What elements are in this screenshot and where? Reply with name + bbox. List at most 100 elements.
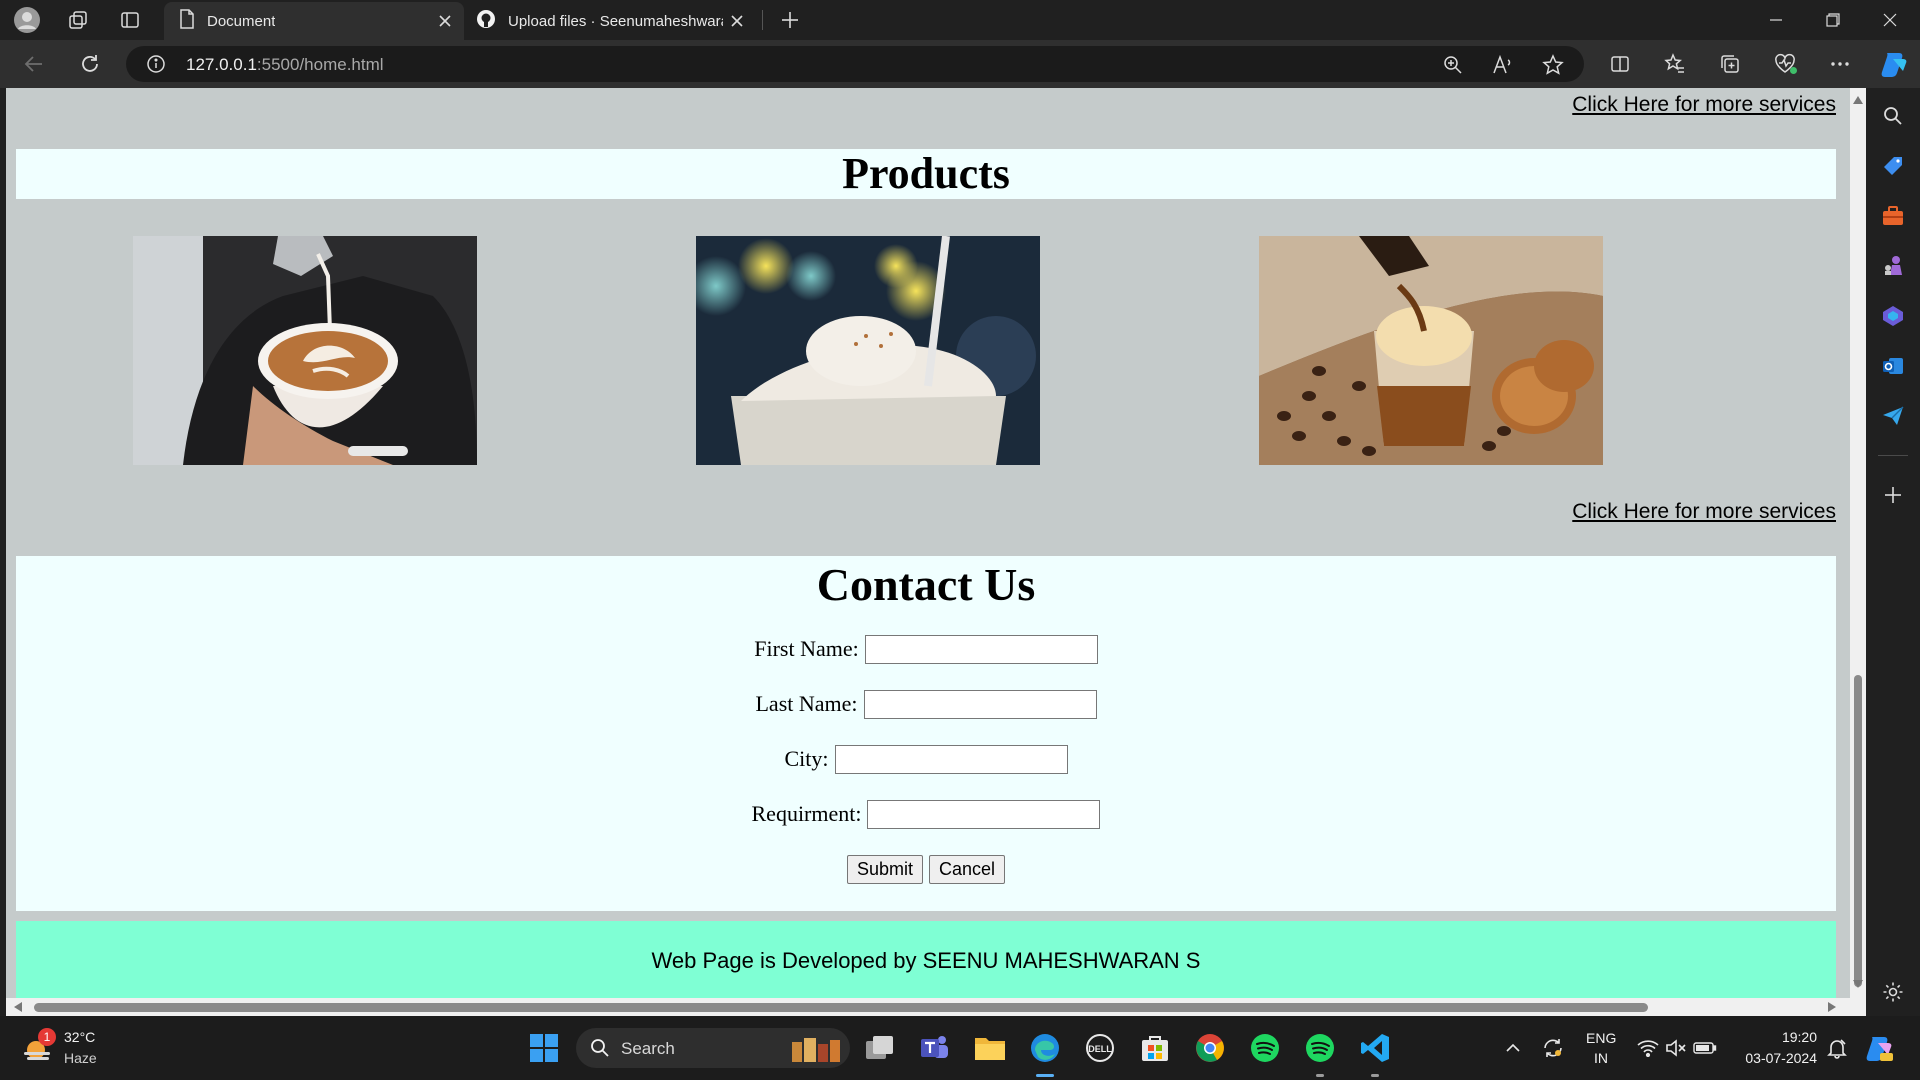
refresh-icon[interactable] — [76, 50, 104, 78]
site-info-icon[interactable] — [146, 54, 166, 79]
browser-toolbar: 127.0.0.1:5500/home.html — [0, 40, 1920, 88]
submit-button[interactable]: Submit — [846, 854, 923, 884]
last-name-field[interactable] — [863, 689, 1097, 719]
document-icon — [179, 9, 195, 33]
favorites-icon[interactable] — [1661, 50, 1689, 78]
restore-icon[interactable] — [1806, 0, 1860, 40]
spotify-icon[interactable] — [1303, 1031, 1337, 1065]
file-explorer-icon[interactable] — [973, 1031, 1007, 1065]
browser-essentials-icon[interactable] — [1771, 50, 1799, 78]
tab-actions-icon[interactable] — [116, 7, 144, 33]
vertical-scroll-thumb[interactable] — [1854, 675, 1862, 987]
microsoft-store-icon[interactable] — [1138, 1031, 1172, 1065]
horizontal-scroll-thumb[interactable] — [34, 1003, 1648, 1012]
products-header: Products — [16, 149, 1836, 199]
more-services-link[interactable]: Click Here for more services — [1572, 500, 1836, 524]
url-text[interactable]: 127.0.0.1:5500/home.html — [186, 55, 384, 75]
close-tab-icon[interactable] — [436, 12, 454, 30]
microsoft-365-icon[interactable] — [1879, 302, 1907, 330]
windows-start-icon[interactable] — [527, 1031, 561, 1065]
first-name-row: First Name: — [16, 634, 1836, 664]
edge-sidebar — [1866, 88, 1920, 1016]
product-image-iced-coffee — [696, 236, 1040, 465]
favorite-star-icon[interactable] — [1540, 52, 1566, 78]
scroll-left-arrow-icon[interactable] — [14, 1002, 22, 1012]
weather-icon[interactable]: 1 — [20, 1028, 56, 1066]
cancel-button[interactable]: Cancel — [929, 854, 1006, 884]
show-hidden-icons-chevron-up-icon[interactable] — [1496, 1031, 1530, 1065]
collections-icon[interactable] — [1716, 50, 1744, 78]
tools-briefcase-icon[interactable] — [1879, 202, 1907, 230]
requirement-label: Requirment: — [751, 801, 862, 826]
notifications-bell-icon[interactable] — [1820, 1031, 1854, 1065]
tab-title: Upload files · Seenumaheshwaran — [508, 12, 723, 30]
profile-avatar-icon[interactable] — [13, 7, 41, 33]
city-row: City: — [16, 744, 1836, 774]
zoom-icon[interactable] — [1440, 52, 1466, 78]
city-field[interactable] — [834, 744, 1068, 774]
teams-icon[interactable] — [918, 1031, 952, 1065]
open-app-indicator — [1316, 1074, 1324, 1077]
sidebar-settings-gear-icon[interactable] — [1879, 978, 1907, 1006]
contact-section: Contact Us First Name: Last Name: City: … — [16, 556, 1836, 911]
language-indicator-top[interactable]: ENG — [1586, 1030, 1616, 1046]
last-name-row: Last Name: — [16, 689, 1836, 719]
scroll-up-arrow-icon[interactable] — [1853, 96, 1863, 104]
battery-icon[interactable] — [1688, 1031, 1722, 1065]
search-icon[interactable] — [1879, 102, 1907, 130]
close-window-icon[interactable] — [1863, 0, 1917, 40]
product-image-latte-art — [133, 236, 477, 465]
vertical-scrollbar[interactable] — [1850, 88, 1866, 1016]
first-name-label: First Name: — [754, 636, 859, 661]
page-footer: Web Page is Developed by SEENU MAHESHWAR… — [16, 921, 1836, 1001]
tab-title: Document — [207, 12, 276, 30]
games-chess-icon[interactable] — [1879, 252, 1907, 280]
send-telegram-icon[interactable] — [1879, 402, 1907, 430]
read-aloud-icon[interactable] — [1490, 52, 1516, 78]
back-icon[interactable] — [20, 50, 48, 78]
weather-desc: Haze — [64, 1050, 97, 1066]
requirement-field[interactable] — [867, 799, 1101, 829]
windows-taskbar: 1 32°C Haze Search DELL ENG IN 19:20 03-… — [0, 1016, 1920, 1080]
taskbar-search-label: Search — [621, 1039, 675, 1058]
sidebar-divider — [1878, 455, 1908, 456]
taskbar-search-box[interactable]: Search — [576, 1028, 850, 1068]
tab-upload-files[interactable]: Upload files · Seenumaheshwaran — [466, 2, 756, 40]
new-tab-icon[interactable] — [776, 7, 804, 33]
open-app-indicator — [1371, 1074, 1379, 1077]
task-view-icon[interactable] — [863, 1031, 897, 1065]
sync-update-icon[interactable] — [1536, 1031, 1570, 1065]
add-sidebar-app-icon[interactable] — [1879, 481, 1907, 509]
clock-time[interactable]: 19:20 — [1727, 1029, 1817, 1045]
more-services-link[interactable]: Click Here for more services — [1572, 93, 1836, 117]
outlook-icon[interactable] — [1879, 352, 1907, 380]
workspaces-icon[interactable] — [64, 7, 92, 33]
close-tab-icon[interactable] — [728, 12, 746, 30]
vscode-icon[interactable] — [1358, 1031, 1392, 1065]
address-bar[interactable]: 127.0.0.1:5500/home.html — [126, 46, 1584, 82]
minimize-icon[interactable] — [1749, 0, 1803, 40]
dell-icon[interactable]: DELL — [1083, 1031, 1117, 1065]
url-path: :5500/home.html — [256, 55, 384, 74]
scroll-right-arrow-icon[interactable] — [1828, 1002, 1836, 1012]
search-highlight-icon — [792, 1038, 840, 1062]
language-indicator-bottom[interactable]: IN — [1586, 1050, 1616, 1066]
edge-browser-icon[interactable] — [1028, 1031, 1062, 1065]
more-options-icon[interactable] — [1826, 50, 1854, 78]
chrome-icon[interactable] — [1193, 1031, 1227, 1065]
horizontal-scrollbar[interactable] — [6, 998, 1850, 1016]
contact-title: Contact Us — [816, 559, 1036, 610]
scroll-down-arrow-icon[interactable] — [1853, 980, 1863, 988]
spotify-icon[interactable] — [1248, 1031, 1282, 1065]
shopping-tag-icon[interactable] — [1879, 152, 1907, 180]
tab-document[interactable]: Document — [164, 2, 464, 40]
clock-date[interactable]: 03-07-2024 — [1727, 1050, 1817, 1066]
copilot-icon[interactable] — [1878, 48, 1910, 80]
form-buttons-row: Submit Cancel — [16, 854, 1836, 884]
first-name-field[interactable] — [864, 634, 1098, 664]
copilot-pre-icon[interactable] — [1862, 1031, 1896, 1065]
search-icon — [591, 1039, 609, 1057]
browser-tab-bar: Document Upload files · Seenumaheshwaran — [0, 0, 1920, 40]
split-screen-icon[interactable] — [1606, 50, 1634, 78]
status-dot-icon — [1790, 67, 1797, 74]
